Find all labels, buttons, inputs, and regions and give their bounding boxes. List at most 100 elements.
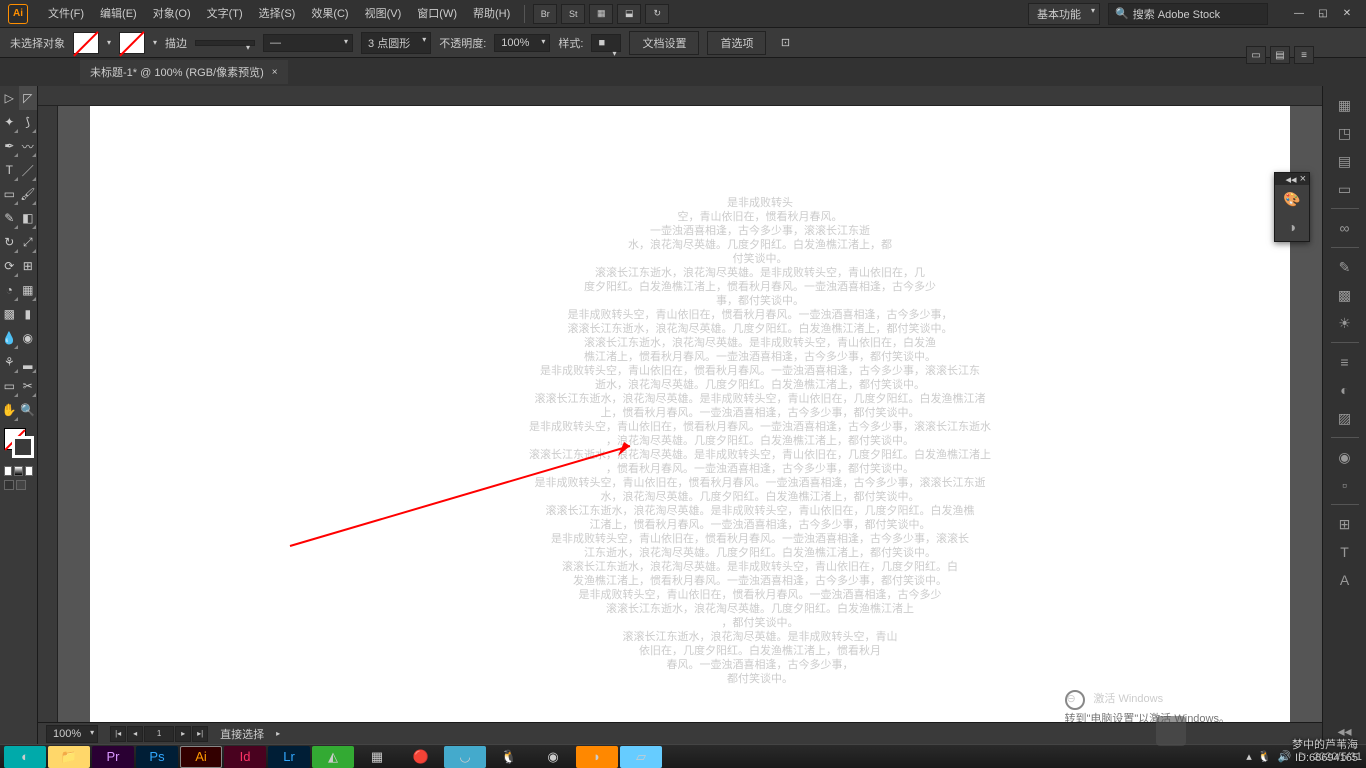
gpu-icon[interactable]: ⬓ [617,4,641,24]
eyedropper-tool[interactable]: 💧 [0,326,19,350]
window-close-icon[interactable]: ✕ [1336,6,1358,22]
cc-panel-icon[interactable]: ∞ [1329,215,1361,241]
color-guide-icon[interactable]: ◑ [1275,213,1309,241]
layers-panel-icon[interactable]: ▤ [1329,148,1361,174]
slice-tool[interactable]: ✂ [19,374,38,398]
stock-search-input[interactable]: 🔍搜索 Adobe Stock [1108,3,1268,25]
artboard-first-icon[interactable]: |◂ [110,726,126,742]
color-panel-icon[interactable]: 🎨 [1275,185,1309,213]
panel-toggle-icon[interactable]: ▤ [1270,46,1290,64]
shape-builder-tool[interactable]: ◔ [0,278,19,302]
panel-menu-icon[interactable]: ≡ [1294,46,1314,64]
workspace-switcher[interactable]: 基本功能 [1028,3,1100,25]
touch-icon[interactable]: ↻ [645,4,669,24]
hand-tool[interactable]: ✋ [0,398,19,422]
taskbar-app6-icon[interactable]: ▱ [620,746,662,768]
blend-tool[interactable]: ◉ [19,326,38,350]
document-tab[interactable]: 未标题-1* @ 100% (RGB/像素预览) × [80,60,288,84]
zoom-level-input[interactable]: 100% [46,725,98,743]
taskbar-premiere-icon[interactable]: Pr [92,746,134,768]
artboard-prev-icon[interactable]: ◂ [127,726,143,742]
gradient-mode-icon[interactable] [14,466,22,476]
circular-text-object[interactable]: 是非成败转头空，青山依旧在，惯看秋月春风。一壶浊酒喜相逢，古今多少事，滚滚长江东… [520,196,1000,686]
taskbar-indesign-icon[interactable]: Id [224,746,266,768]
brush-dropdown[interactable]: — [263,34,353,52]
tab-close-icon[interactable]: × [272,67,278,78]
zoom-tool[interactable]: 🔍 [19,398,38,422]
libraries-panel-icon[interactable]: ◳ [1329,120,1361,146]
menu-select[interactable]: 选择(S) [251,0,304,28]
taskbar-browser-icon[interactable]: ◐ [4,746,46,768]
bridge-button[interactable]: Br [533,4,557,24]
artboard-last-icon[interactable]: ▸| [192,726,208,742]
taskbar-app5-icon[interactable]: ◗ [576,746,618,768]
tray-icon[interactable]: ⚐ [1297,750,1307,763]
symbol-sprayer-tool[interactable]: ⚘ [0,350,19,374]
artboard-next-icon[interactable]: ▸ [175,726,191,742]
menu-edit[interactable]: 编辑(E) [92,0,145,28]
dock-collapse-icon[interactable]: ◂◂ [1329,718,1361,744]
rotate-tool[interactable]: ↻ [0,230,19,254]
panel-collapse-icon[interactable]: ◂◂ [1286,173,1297,186]
tray-icon[interactable]: ▴ [1246,750,1252,763]
pen-tool[interactable]: ✒ [0,134,19,158]
stock-button[interactable]: St [561,4,585,24]
taskbar-qq-icon[interactable]: 🐧 [488,746,530,768]
screen-mode-icon[interactable] [4,480,14,490]
stroke-swatch[interactable] [119,32,145,54]
eraser-tool[interactable]: ◧ [19,206,38,230]
brushes-panel-icon[interactable]: ✎ [1329,254,1361,280]
stroke-profile-dropdown[interactable]: 3 点圆形 [361,32,431,54]
direct-selection-tool[interactable]: ◸ [19,86,38,110]
none-mode-icon[interactable] [25,466,33,476]
swatches-panel-icon[interactable]: ▩ [1329,282,1361,308]
taskbar-photoshop-icon[interactable]: Ps [136,746,178,768]
menu-effect[interactable]: 效果(C) [303,0,356,28]
window-minimize-icon[interactable]: — [1288,6,1310,22]
canvas[interactable]: 是非成败转头空，青山依旧在，惯看秋月春风。一壶浊酒喜相逢，古今多少事，滚滚长江东… [58,106,1322,722]
taskbar-explorer-icon[interactable]: 📁 [48,746,90,768]
graphic-styles-panel-icon[interactable]: ▫ [1329,472,1361,498]
taskbar-app4-icon[interactable]: ◡ [444,746,486,768]
floating-panel[interactable]: ◂◂× 🎨 ◑ [1274,172,1310,242]
paintbrush-tool[interactable]: 🖌 [19,182,38,206]
panel-close-icon[interactable]: × [1300,173,1306,185]
preferences-button[interactable]: 首选项 [707,31,766,55]
mesh-tool[interactable]: ▩ [0,302,19,326]
graphic-style-dropdown[interactable]: ■ [591,34,621,52]
taskbar-illustrator-icon[interactable]: Ai [180,746,222,768]
selection-tool[interactable]: ▷ [0,86,19,110]
fill-swatch[interactable] [73,32,99,54]
column-graph-tool[interactable]: ▂ [19,350,38,374]
document-setup-button[interactable]: 文档设置 [629,31,699,55]
arrange-icon[interactable]: ▦ [589,4,613,24]
pathfinder-panel-icon[interactable]: A [1329,567,1361,593]
menu-help[interactable]: 帮助(H) [465,0,518,28]
taskbar-app3-icon[interactable]: 🔴 [400,746,442,768]
taskbar-app2-icon[interactable]: ▦ [356,746,398,768]
menu-view[interactable]: 视图(V) [357,0,410,28]
magic-wand-tool[interactable]: ✦ [0,110,19,134]
properties-panel-icon[interactable]: ▦ [1329,92,1361,118]
taskbar-chrome-icon[interactable]: ◉ [532,746,574,768]
taskbar-lightroom-icon[interactable]: Lr [268,746,310,768]
menu-type[interactable]: 文字(T) [199,0,251,28]
shaper-tool[interactable]: ✎ [0,206,19,230]
menu-object[interactable]: 对象(O) [145,0,199,28]
artboard[interactable]: 是非成败转头空，青山依旧在，惯看秋月春风。一壶浊酒喜相逢，古今多少事，滚滚长江东… [90,106,1290,722]
line-tool[interactable]: ／ [19,158,38,182]
type-tool[interactable]: T [0,158,19,182]
width-tool[interactable]: ⟳ [0,254,19,278]
color-mode-icon[interactable] [4,466,12,476]
artboard-number[interactable]: 1 [144,726,174,742]
scale-tool[interactable]: ⤢ [19,230,38,254]
perspective-tool[interactable]: ▦ [19,278,38,302]
lasso-tool[interactable]: ⟆ [19,110,38,134]
menu-window[interactable]: 窗口(W) [409,0,465,28]
horizontal-ruler[interactable] [38,86,1322,106]
rectangle-tool[interactable]: ▭ [0,182,19,206]
curvature-tool[interactable]: 〰 [19,134,38,158]
tray-icon[interactable]: 🐧 [1258,750,1272,763]
stroke-weight-input[interactable] [195,40,255,46]
free-transform-tool[interactable]: ⊞ [19,254,38,278]
